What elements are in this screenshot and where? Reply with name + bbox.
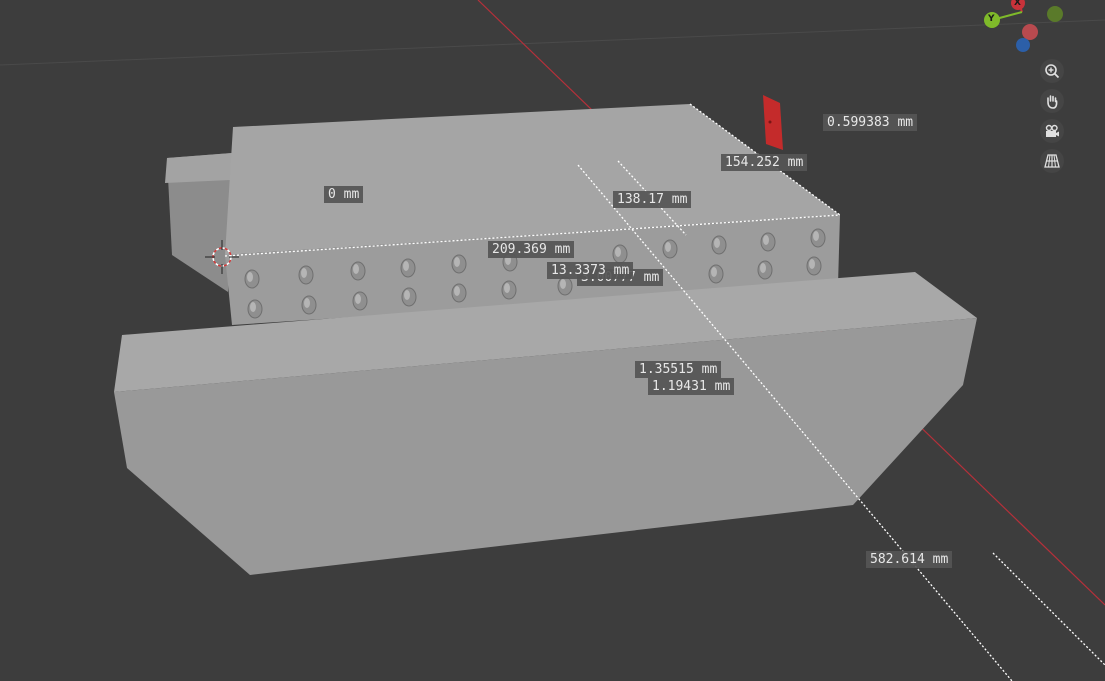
zoom-in-icon — [1045, 64, 1060, 79]
measure-label-4: 209.369 mm — [488, 241, 575, 258]
rivet — [401, 287, 417, 307]
hand-icon — [1047, 95, 1058, 109]
rivet — [711, 235, 727, 255]
camera-view-button[interactable] — [1040, 119, 1064, 143]
rivet — [352, 291, 368, 311]
gizmo-y-label: Y — [988, 14, 995, 24]
rivet — [247, 299, 263, 319]
rivet — [501, 280, 517, 300]
measure-label-2: 154.252 mm — [721, 154, 808, 171]
rivet — [350, 261, 366, 281]
rivet — [451, 254, 467, 274]
measure-label-5: 13.3373 mm — [547, 262, 634, 279]
zoom-button[interactable] — [1040, 59, 1064, 83]
rivet — [612, 244, 628, 264]
measure-label-7: 1.35515 mm — [635, 361, 722, 378]
rivet — [708, 264, 724, 284]
rivet — [806, 256, 822, 276]
measure-label-1: 0 mm — [324, 186, 364, 203]
measure-label-9: 582.614 mm — [866, 551, 953, 568]
rivet — [400, 258, 416, 278]
rivet — [662, 239, 678, 259]
rivet — [757, 260, 773, 280]
gizmo-x-label: X — [1014, 0, 1021, 8]
rivet — [298, 265, 314, 285]
3d-viewport[interactable]: X Y 0 mm 154.252 mm 138.17 mm 209.369 mm… — [0, 0, 1105, 681]
pan-button[interactable] — [1040, 89, 1064, 113]
measure-label-3: 138.17 mm — [613, 191, 692, 208]
rivet-layer — [244, 228, 826, 319]
rivet — [244, 269, 260, 289]
rivet — [557, 276, 573, 296]
perspective-toggle-button[interactable] — [1040, 149, 1064, 173]
measure-label-10: 0.599383 mm — [823, 114, 918, 131]
rivet — [451, 283, 467, 303]
rivet — [810, 228, 826, 248]
grid-perspective-icon — [1044, 154, 1060, 168]
rivet — [760, 232, 776, 252]
camera-icon — [1045, 124, 1059, 137]
measure-label-8: 1.19431 mm — [648, 378, 735, 395]
rivet — [301, 295, 317, 315]
